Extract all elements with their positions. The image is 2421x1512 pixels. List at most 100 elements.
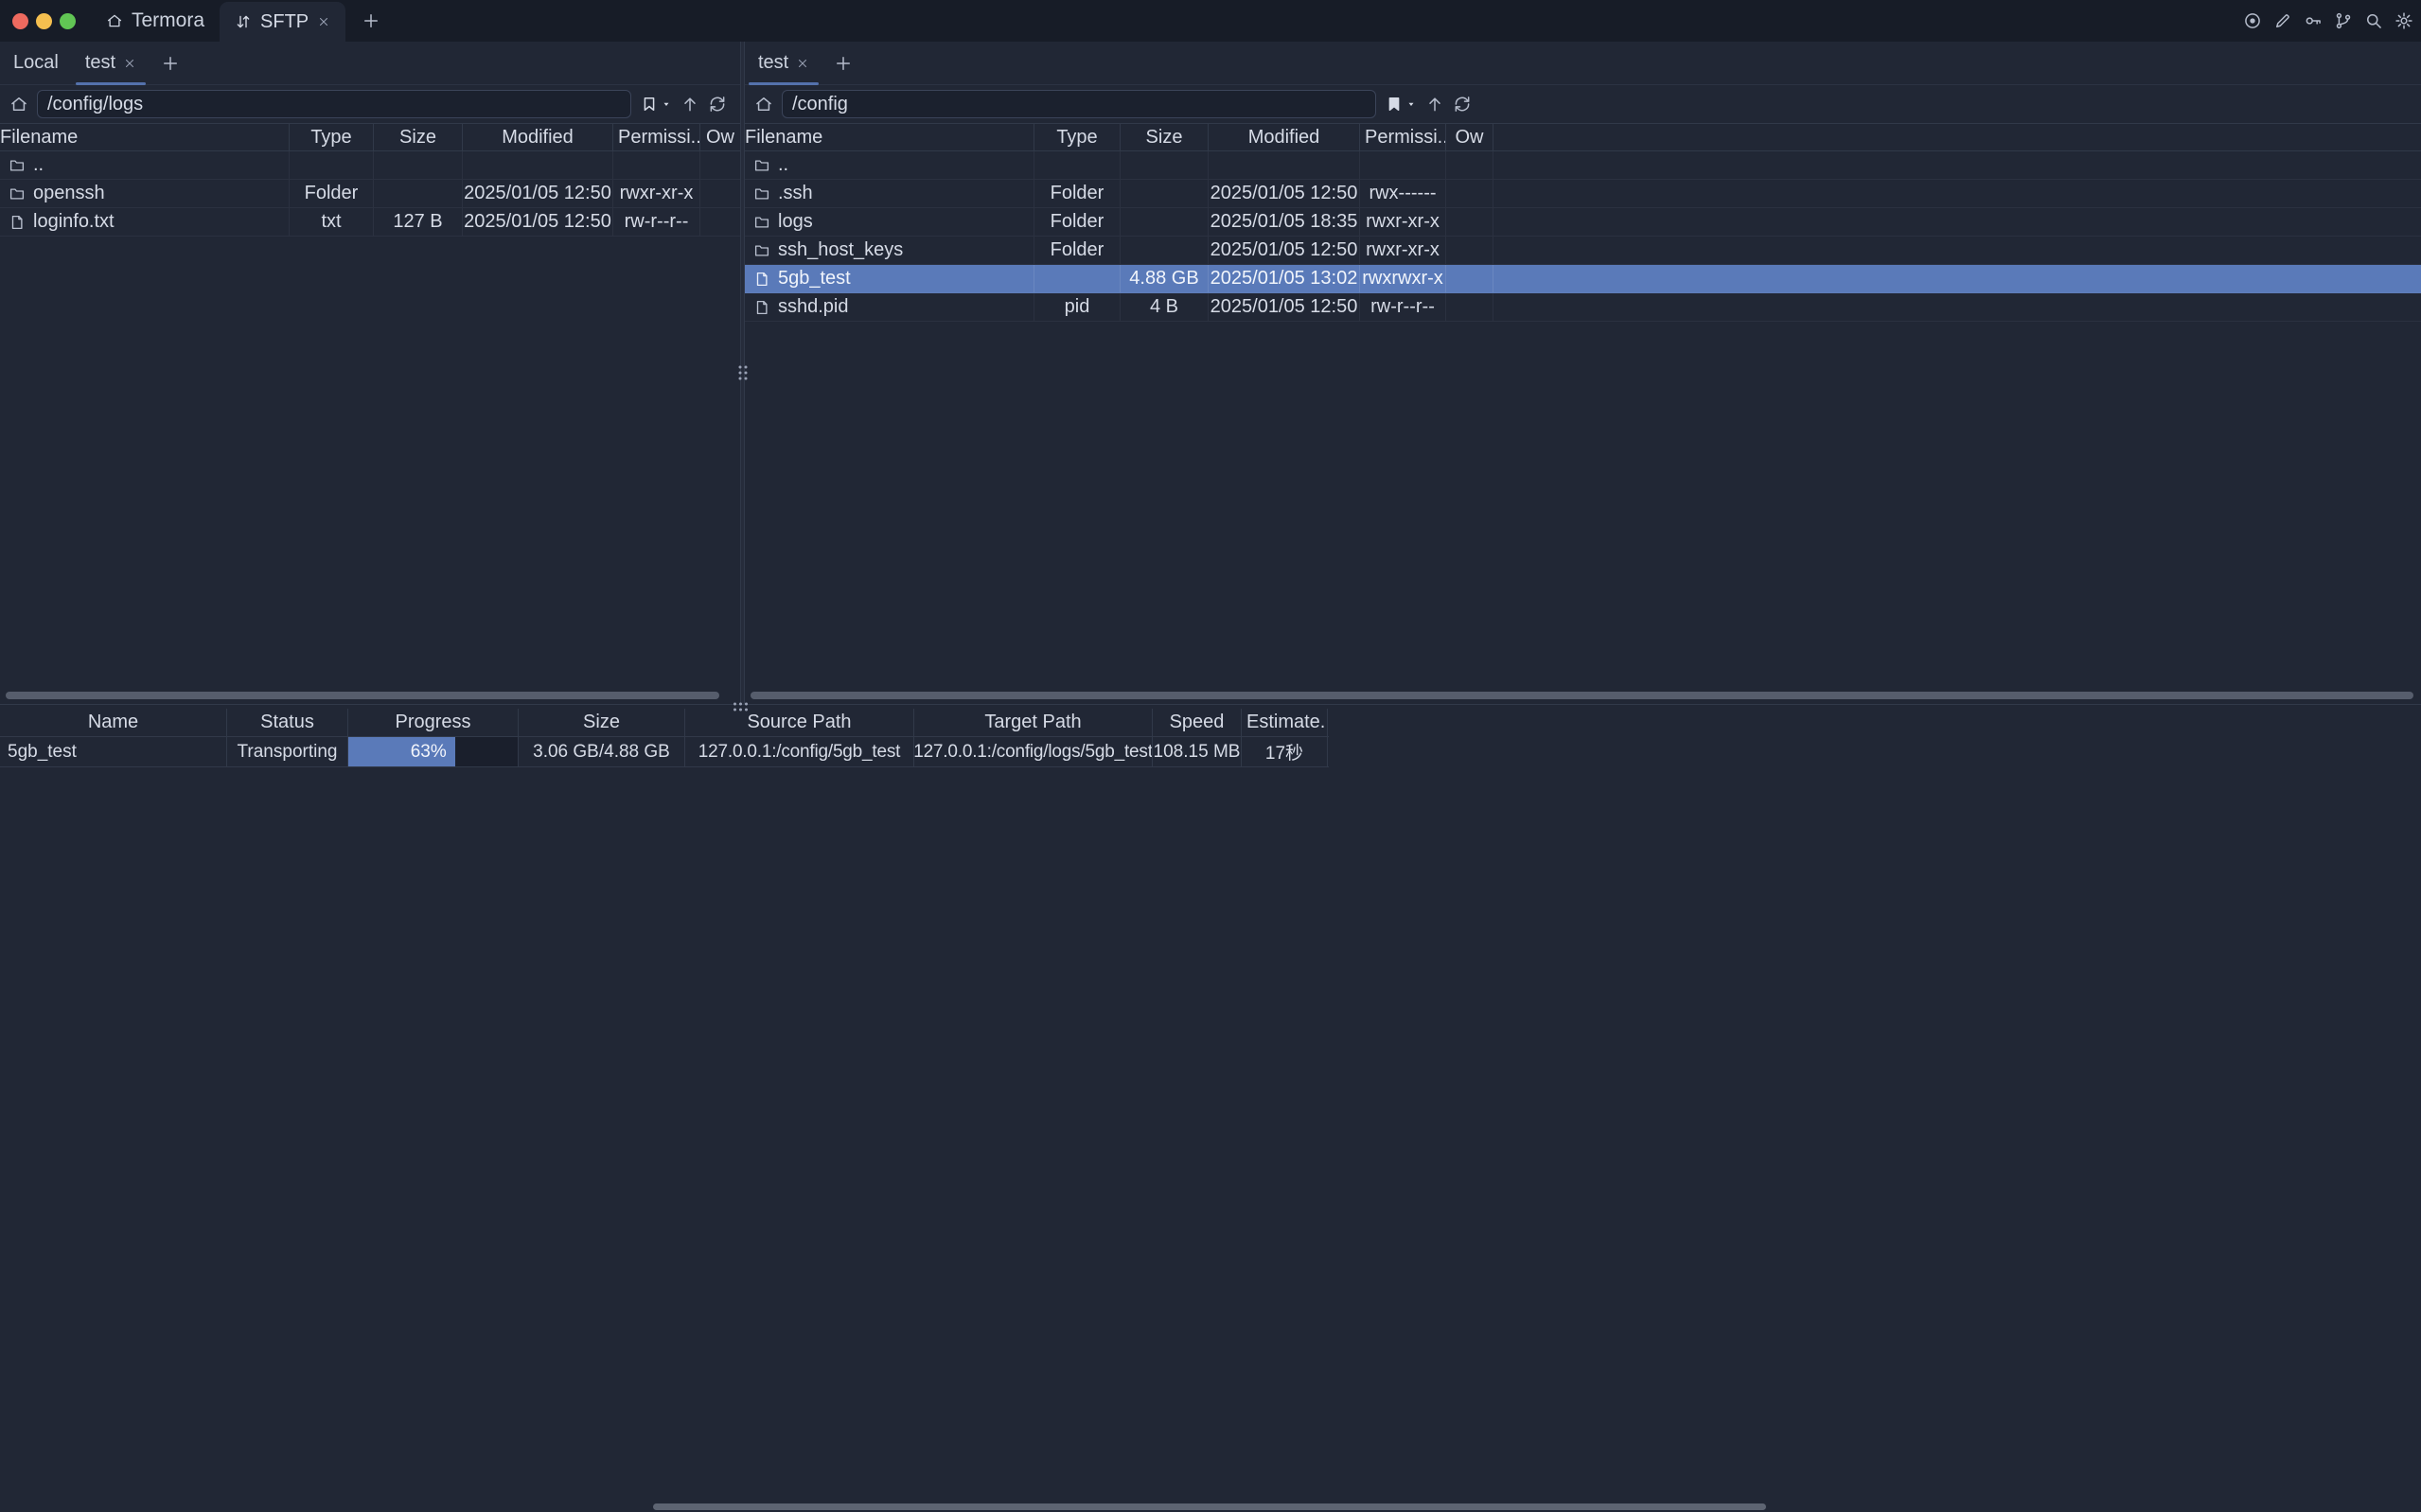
column-header-target-path[interactable]: Target Path bbox=[914, 709, 1153, 736]
column-header-type[interactable]: Type bbox=[290, 124, 374, 150]
parent-directory-button[interactable] bbox=[680, 95, 699, 114]
column-header-estimate[interactable]: Estimate... bbox=[1242, 709, 1328, 736]
zoom-window-button[interactable] bbox=[60, 13, 76, 29]
cell-size: 3.06 GB/4.88 GB bbox=[519, 737, 685, 766]
cell-source-path: 127.0.0.1:/config/5gb_test bbox=[685, 737, 914, 766]
transfer-panel-splitter[interactable] bbox=[0, 704, 2421, 709]
branch-button[interactable] bbox=[2334, 11, 2353, 30]
cell-owner bbox=[700, 180, 740, 207]
progress-label: 63% bbox=[411, 742, 447, 763]
cell-type: Folder bbox=[1034, 208, 1121, 236]
column-header-modified[interactable]: Modified bbox=[463, 124, 613, 150]
add-tab-button-right[interactable] bbox=[822, 42, 864, 85]
column-header-size[interactable]: Size bbox=[374, 124, 463, 150]
settings-button[interactable] bbox=[2394, 11, 2413, 30]
close-tab-icon[interactable] bbox=[796, 57, 809, 70]
app-home-tab[interactable]: Termora bbox=[91, 0, 220, 42]
file-row[interactable]: loginfo.txt txt 127 B 2025/01/05 12:50 r… bbox=[0, 208, 740, 237]
file-row[interactable]: logs Folder 2025/01/05 18:35 rwxr-xr-x bbox=[745, 208, 2421, 237]
cell-status: Transporting bbox=[227, 737, 348, 766]
tab-test-right[interactable]: test bbox=[745, 42, 822, 85]
remote-pane-tabs: test bbox=[745, 42, 2421, 85]
tab-test-left[interactable]: test bbox=[72, 42, 150, 85]
search-icon bbox=[2364, 11, 2383, 30]
chevron-down-icon[interactable] bbox=[661, 98, 672, 110]
file-row[interactable]: sshd.pid pid 4 B 2025/01/05 12:50 rw-r--… bbox=[745, 293, 2421, 322]
home-icon bbox=[106, 12, 123, 29]
minimize-window-button[interactable] bbox=[36, 13, 52, 29]
column-header-status[interactable]: Status bbox=[227, 709, 348, 736]
cell-owner bbox=[700, 208, 740, 236]
cell-size bbox=[1121, 237, 1209, 264]
close-window-button[interactable] bbox=[12, 13, 28, 29]
column-header-permissions[interactable]: Permissi... bbox=[1360, 124, 1446, 150]
path-input[interactable] bbox=[782, 90, 1376, 118]
keys-button[interactable] bbox=[2304, 11, 2323, 30]
home-icon bbox=[754, 95, 773, 114]
close-tab-icon[interactable] bbox=[317, 15, 330, 28]
cell-permissions: rwxr-xr-x bbox=[1360, 208, 1446, 236]
add-tab-button-left[interactable] bbox=[150, 42, 191, 85]
column-header-filename[interactable]: Filename bbox=[0, 124, 290, 150]
search-button[interactable] bbox=[2364, 11, 2383, 30]
cell-permissions: rwx------ bbox=[1360, 180, 1446, 207]
cell-filename: 5gb_test bbox=[745, 265, 1034, 292]
pencil-icon bbox=[2273, 11, 2292, 30]
cell-size bbox=[374, 151, 463, 179]
tab-sftp[interactable]: SFTP bbox=[220, 2, 345, 42]
column-header-progress[interactable]: Progress bbox=[348, 709, 519, 736]
cell-permissions: rw-r--r-- bbox=[1360, 293, 1446, 321]
gear-icon bbox=[2394, 11, 2413, 30]
arrow-up-icon bbox=[1425, 95, 1444, 114]
cell-owner bbox=[1446, 208, 1493, 236]
file-row[interactable]: .. bbox=[0, 151, 740, 180]
horizontal-scrollbar-thumb[interactable] bbox=[6, 692, 719, 699]
column-header-filler bbox=[1493, 124, 2421, 150]
home-button[interactable] bbox=[9, 95, 28, 114]
local-pane: Local test bbox=[0, 42, 740, 704]
refresh-button[interactable] bbox=[708, 95, 727, 114]
column-header-speed[interactable]: Speed bbox=[1153, 709, 1242, 736]
refresh-button[interactable] bbox=[1453, 95, 1472, 114]
cell-size bbox=[1121, 208, 1209, 236]
path-input[interactable] bbox=[37, 90, 631, 118]
file-row[interactable]: ssh_host_keys Folder 2025/01/05 12:50 rw… bbox=[745, 237, 2421, 265]
column-header-size[interactable]: Size bbox=[519, 709, 685, 736]
cell-modified: 2025/01/05 12:50 bbox=[463, 180, 613, 207]
file-row[interactable]: .. bbox=[745, 151, 2421, 180]
file-row[interactable]: .ssh Folder 2025/01/05 12:50 rwx------ bbox=[745, 180, 2421, 208]
arrow-up-icon bbox=[680, 95, 699, 114]
transfer-row[interactable]: 5gb_test Transporting 63% 3.06 GB/4.88 G… bbox=[0, 737, 1329, 767]
record-icon bbox=[2243, 11, 2262, 30]
column-header-owner[interactable]: Ow bbox=[700, 124, 740, 150]
home-button[interactable] bbox=[754, 95, 773, 114]
parent-directory-button[interactable] bbox=[1425, 95, 1444, 114]
column-header-name[interactable]: Name bbox=[0, 709, 227, 736]
new-tab-button[interactable] bbox=[355, 0, 387, 42]
git-branch-icon bbox=[2334, 11, 2353, 30]
cell-modified: 2025/01/05 12:50 bbox=[1209, 293, 1360, 321]
bookmark-button[interactable] bbox=[1385, 95, 1417, 114]
column-header-filename[interactable]: Filename bbox=[745, 124, 1034, 150]
column-header-owner[interactable]: Ow bbox=[1446, 124, 1493, 150]
cell-filename: ssh_host_keys bbox=[745, 237, 1034, 264]
close-tab-icon[interactable] bbox=[123, 57, 136, 70]
file-table-header: Filename Type Size Modified Permissi... … bbox=[745, 123, 2421, 151]
column-header-modified[interactable]: Modified bbox=[1209, 124, 1360, 150]
record-button[interactable] bbox=[2243, 11, 2262, 30]
transfer-panel: Name Status Progress Size Source Path Ta… bbox=[0, 709, 1329, 767]
file-row-selected[interactable]: 5gb_test 4.88 GB 2025/01/05 13:02 rwxrwx… bbox=[745, 265, 2421, 293]
cell-size: 4 B bbox=[1121, 293, 1209, 321]
column-header-source-path[interactable]: Source Path bbox=[685, 709, 914, 736]
file-row[interactable]: openssh Folder 2025/01/05 12:50 rwxr-xr-… bbox=[0, 180, 740, 208]
tab-local[interactable]: Local bbox=[0, 42, 72, 85]
horizontal-scrollbar-thumb[interactable] bbox=[751, 692, 2413, 699]
edit-button[interactable] bbox=[2273, 11, 2292, 30]
column-header-permissions[interactable]: Permissi... bbox=[613, 124, 700, 150]
bottom-scrollbar-thumb[interactable] bbox=[653, 1503, 1766, 1510]
cell-owner bbox=[1446, 180, 1493, 207]
bookmark-button[interactable] bbox=[640, 95, 672, 114]
column-header-size[interactable]: Size bbox=[1121, 124, 1209, 150]
chevron-down-icon[interactable] bbox=[1405, 98, 1417, 110]
column-header-type[interactable]: Type bbox=[1034, 124, 1121, 150]
